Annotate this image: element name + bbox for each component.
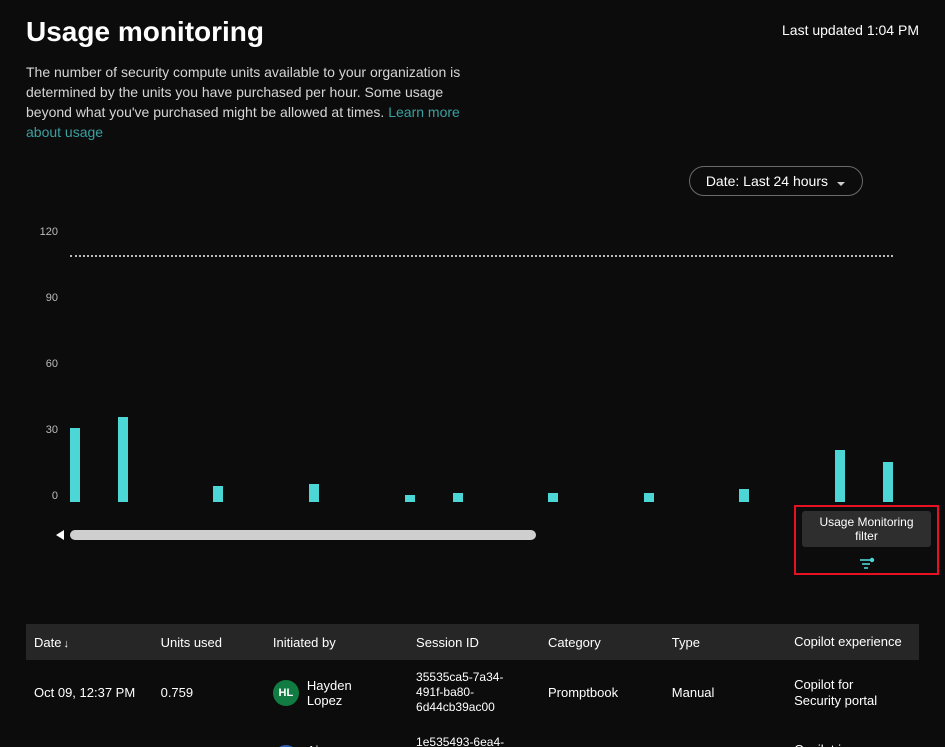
filter-icon[interactable] xyxy=(859,557,875,576)
avatar: HL xyxy=(273,680,299,706)
chart-bar xyxy=(644,493,654,502)
table-row[interactable]: Oct 09, 12:37 PM0.759HLHaydenLopez35535c… xyxy=(26,660,919,725)
chart-bar xyxy=(883,462,893,503)
col-copilot-experience[interactable]: Copilot experience xyxy=(786,624,919,660)
table-header-row: Date↓ Units used Initiated by Session ID… xyxy=(26,624,919,660)
last-updated-label: Last updated 1:04 PM xyxy=(782,22,919,38)
chart-bar xyxy=(548,493,558,502)
cell-units: 0.759 xyxy=(153,660,265,725)
ytick: 120 xyxy=(40,226,58,238)
chart-horizontal-scrollbar[interactable] xyxy=(26,530,536,540)
chart-bar xyxy=(118,417,128,503)
filter-tooltip: Usage Monitoring filter xyxy=(802,511,931,547)
cell-date: Oct 09, 12:37 PM xyxy=(26,660,153,725)
usage-bar-chart: 120 90 60 30 0 Wed xyxy=(26,226,919,526)
cell-initiated-by: AZAiraZeltina xyxy=(265,725,408,747)
ytick: 90 xyxy=(46,292,58,304)
cell-category: User prompt xyxy=(540,725,664,747)
col-initiated-by[interactable]: Initiated by xyxy=(265,624,408,660)
table-row[interactable]: Oct 09, 12:36 PM1.001AZAiraZeltina1e5354… xyxy=(26,725,919,747)
cell-type: Manual xyxy=(664,660,786,725)
cell-session-id: 1e535493-6ea4-4a5b-b7f0-3edb308bfe45 xyxy=(408,725,540,747)
y-axis: 120 90 60 30 0 xyxy=(32,226,58,502)
cell-session-id: 35535ca5-7a34-491f-ba80-6d44cb39ac00 xyxy=(408,660,540,725)
chart-plot-area xyxy=(70,232,893,502)
scroll-thumb[interactable] xyxy=(70,530,536,540)
chart-bar xyxy=(405,495,415,502)
scroll-left-icon[interactable] xyxy=(56,530,64,540)
cell-units: 1.001 xyxy=(153,725,265,747)
chart-bar xyxy=(453,493,463,502)
ytick: 30 xyxy=(46,424,58,436)
chart-bar xyxy=(70,428,80,502)
chart-bar xyxy=(739,489,749,503)
cell-initiated-by: HLHaydenLopez xyxy=(265,660,408,725)
cell-type: Manual xyxy=(664,725,786,747)
cell-experience: Copilot forSecurity portal xyxy=(786,660,919,725)
usage-table: Date↓ Units used Initiated by Session ID… xyxy=(26,624,919,747)
sort-desc-icon: ↓ xyxy=(63,638,69,650)
chart-bars xyxy=(70,232,893,502)
ytick: 0 xyxy=(52,490,58,502)
col-type[interactable]: Type xyxy=(664,624,786,660)
cell-category: Promptbook xyxy=(540,660,664,725)
page-title: Usage monitoring xyxy=(26,16,264,48)
date-range-dropdown[interactable]: Date: Last 24 hours xyxy=(689,166,863,196)
filter-highlight-box: Usage Monitoring filter xyxy=(794,505,939,575)
chart-bar xyxy=(309,484,319,502)
page-description: The number of security compute units ava… xyxy=(26,62,486,142)
date-range-label: Date: Last 24 hours xyxy=(706,173,828,189)
chevron-down-icon xyxy=(836,176,846,186)
col-category[interactable]: Category xyxy=(540,624,664,660)
cell-date: Oct 09, 12:36 PM xyxy=(26,725,153,747)
chart-bar xyxy=(213,486,223,502)
col-date[interactable]: Date↓ xyxy=(26,624,153,660)
ytick: 60 xyxy=(46,358,58,370)
chart-bar xyxy=(835,450,845,502)
scroll-track[interactable] xyxy=(70,532,536,538)
cell-experience: Copilot inMicrosoft Entra xyxy=(786,725,919,747)
col-units[interactable]: Units used xyxy=(153,624,265,660)
col-session-id[interactable]: Session ID xyxy=(408,624,540,660)
